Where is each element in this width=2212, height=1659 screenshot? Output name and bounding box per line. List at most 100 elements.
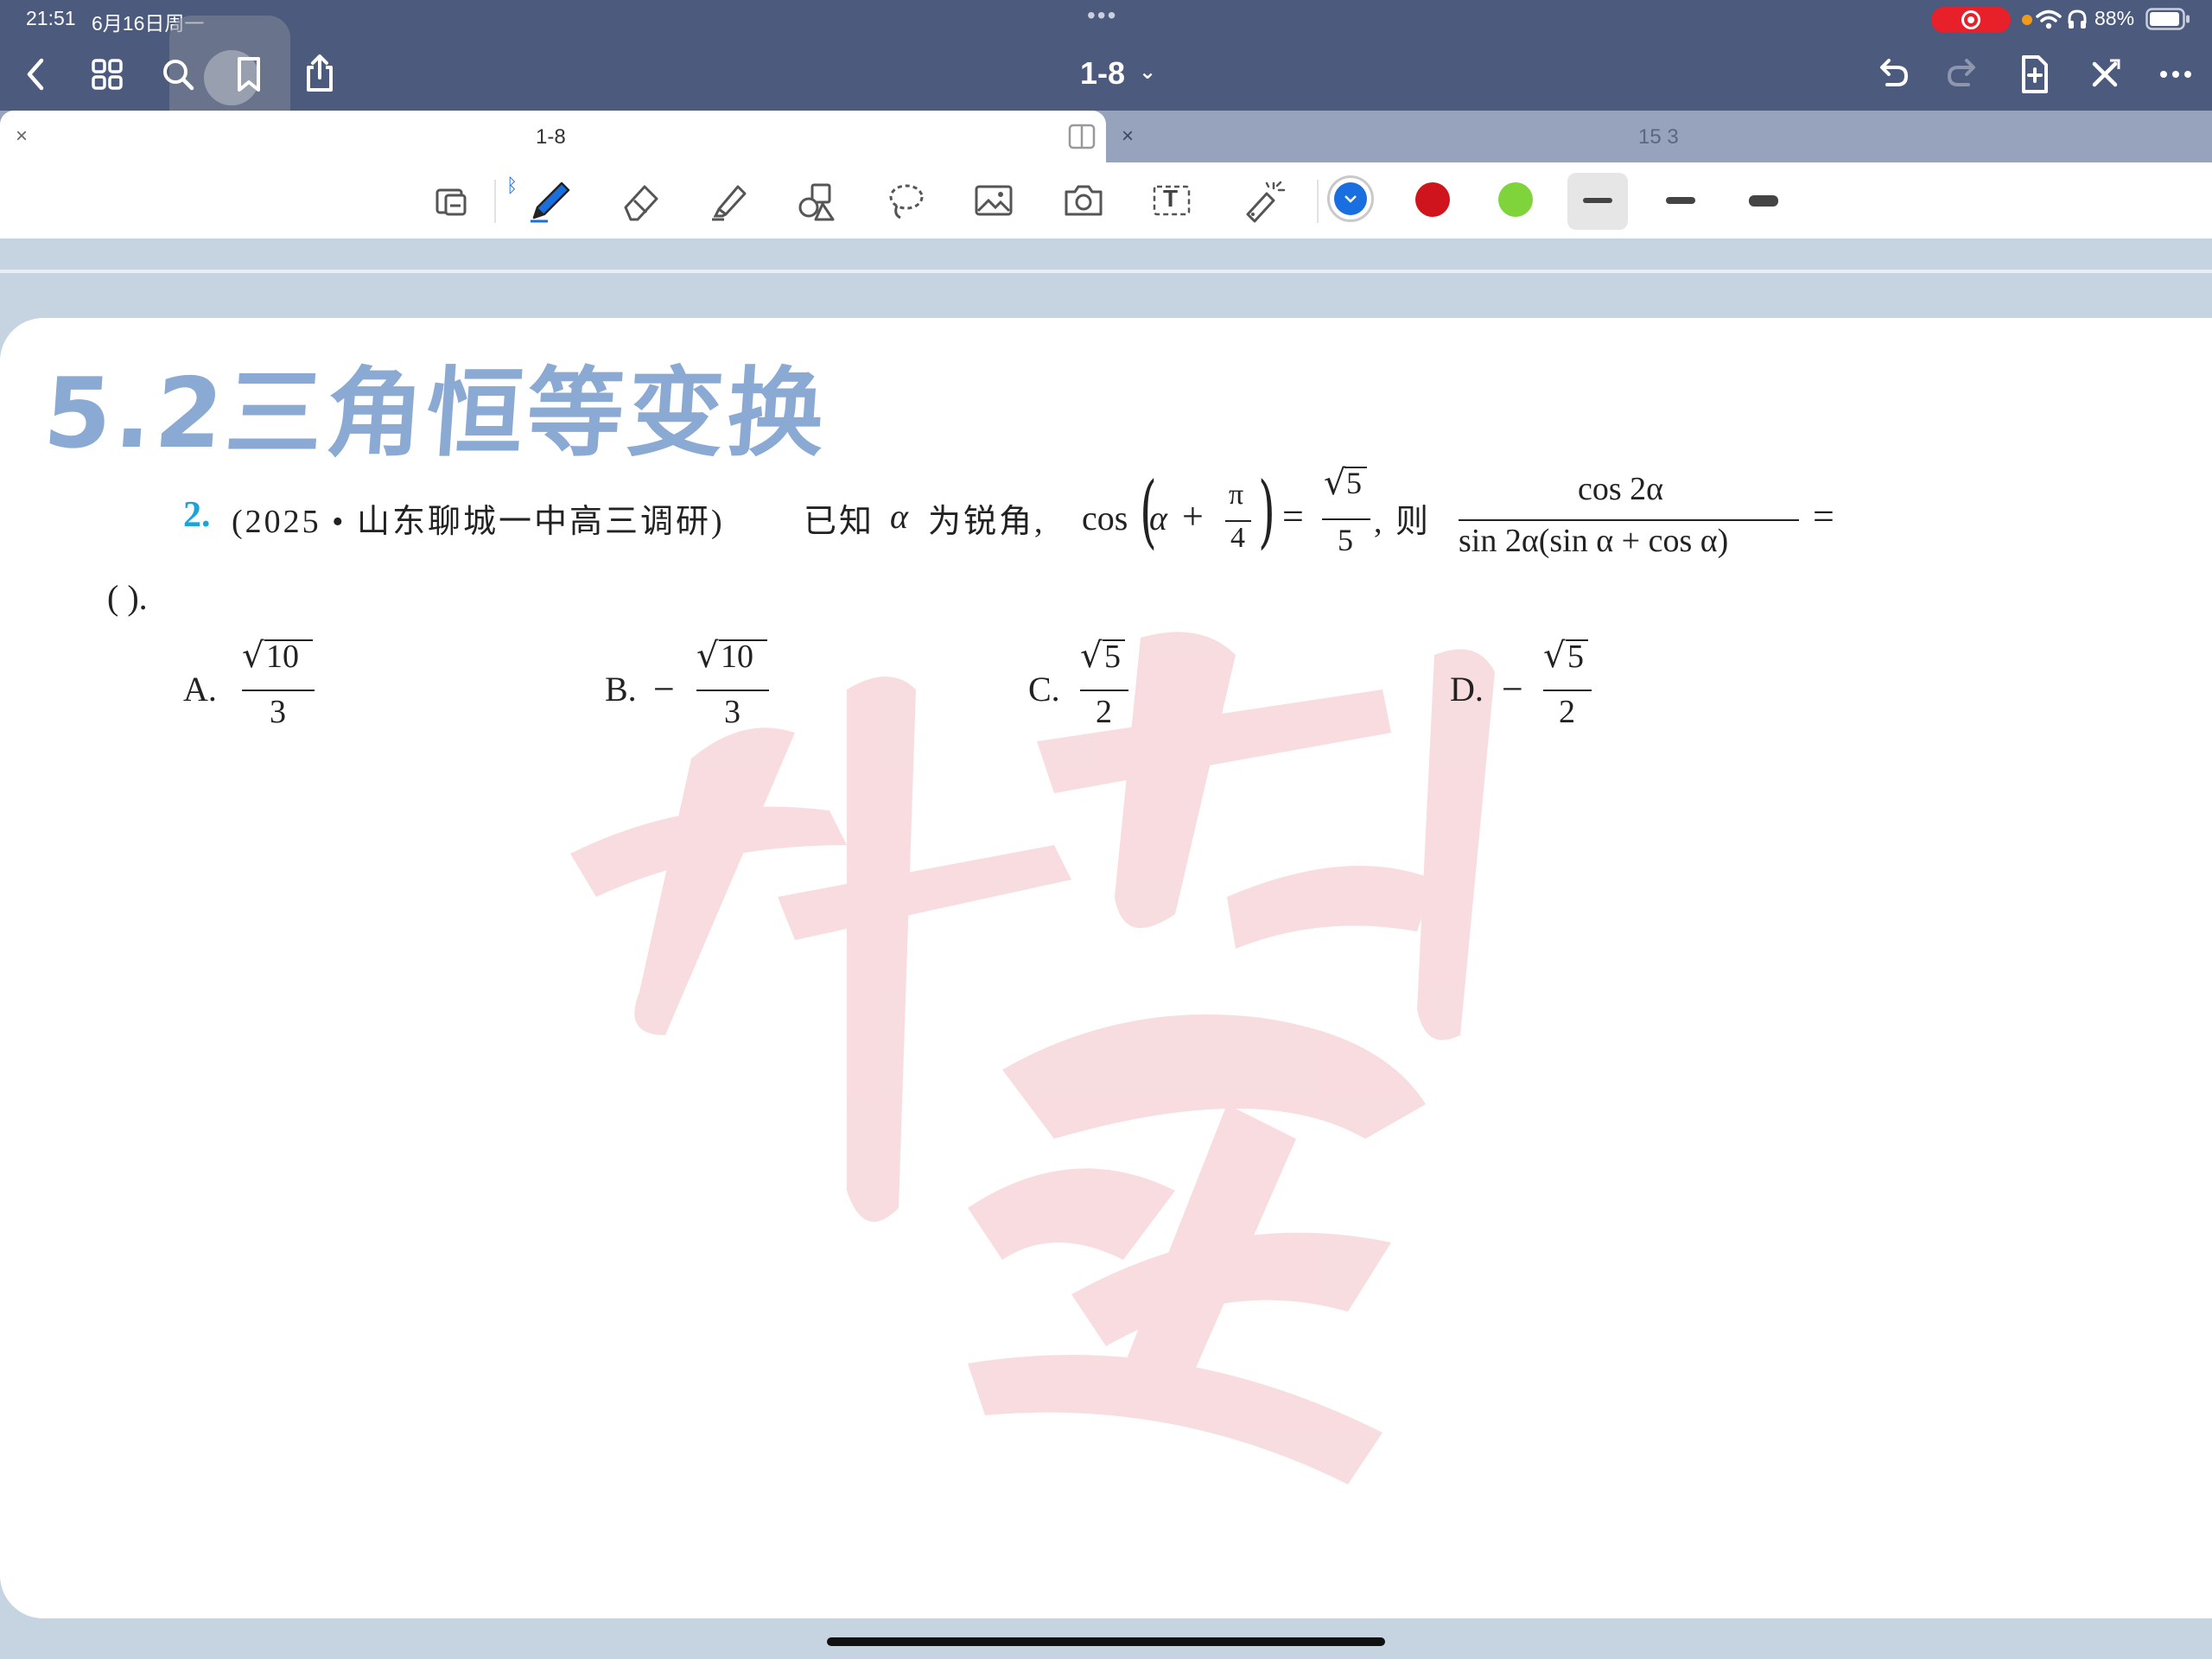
- bookmark-icon[interactable]: [223, 48, 275, 100]
- plus-sign: +: [1182, 495, 1204, 537]
- trailing-equals: =: [1813, 495, 1834, 537]
- tab-1-8[interactable]: × 1-8: [0, 111, 1106, 164]
- stroke-width-thick[interactable]: [1733, 173, 1794, 230]
- option-radicand: 5: [1567, 639, 1584, 675]
- fraction-bar: [1322, 518, 1370, 520]
- laser-pointer-icon[interactable]: [1236, 175, 1287, 226]
- redo-icon[interactable]: [1937, 48, 1989, 100]
- camera-icon[interactable]: [1058, 175, 1109, 226]
- split-view-icon[interactable]: [1068, 124, 1096, 149]
- alpha-symbol: α: [1149, 499, 1167, 537]
- previous-page-edge: [0, 238, 2212, 276]
- document-title: 1-8: [1080, 55, 1126, 91]
- question-number: 2.: [183, 494, 211, 536]
- grid-icon[interactable]: [81, 48, 133, 100]
- tab-close-icon[interactable]: ×: [16, 124, 28, 149]
- pen-icon[interactable]: [522, 173, 577, 228]
- sqrt-symbol: √: [696, 636, 719, 676]
- fraction-bar: [242, 690, 315, 691]
- question-condition: 为锐角,: [928, 504, 1046, 540]
- option-radicand: 10: [266, 639, 299, 675]
- equals-sign: =: [1282, 495, 1304, 537]
- tab-label: 1-8: [536, 125, 566, 149]
- sqrt-symbol: √: [1080, 636, 1103, 676]
- stroke-width-thin[interactable]: [1567, 173, 1628, 230]
- document-title-button[interactable]: 1-8 ⌄: [1080, 55, 1156, 92]
- question-number-text: 2.: [183, 495, 211, 535]
- page-heading: 5.2三角恒等变换: [40, 358, 832, 470]
- screen-recording-indicator[interactable]: [1931, 7, 2011, 33]
- option-letter: D.: [1450, 670, 1484, 709]
- tab-close-icon[interactable]: ×: [1122, 124, 1134, 149]
- wifi-icon: [2036, 10, 2062, 29]
- eraser-icon[interactable]: [615, 175, 667, 226]
- question-source: (2025 • 山东聊城一中高三调研): [232, 504, 725, 540]
- option-denominator: 2: [1559, 694, 1575, 730]
- page-scroll-area[interactable]: 5.2三角恒等变换 2. (2025 • 山东聊城一中高三调研) 已知 α 为锐…: [0, 238, 2212, 1659]
- option-radicand: 5: [1104, 639, 1121, 675]
- question-intro: 已知: [804, 504, 875, 540]
- option-letter: A.: [183, 670, 217, 709]
- option-sign: −: [1502, 668, 1523, 710]
- mic-indicator-icon: [2022, 15, 2032, 25]
- right-paren: ): [1258, 465, 1275, 557]
- battery-percent: 88%: [2094, 7, 2135, 29]
- back-icon[interactable]: [10, 48, 62, 100]
- top-navigation-bar: 21:51 6月16日周一 ••• 88% 1-8 ⌄: [0, 0, 2212, 138]
- battery-icon: [2145, 8, 2190, 30]
- status-time: 21:51: [26, 7, 76, 29]
- fraction-bar: [1080, 690, 1128, 691]
- option-denominator: 2: [1096, 694, 1112, 730]
- document-page[interactable]: 5.2三角恒等变换 2. (2025 • 山东聊城一中高三调研) 已知 α 为锐…: [0, 318, 2212, 1618]
- lasso-icon[interactable]: [880, 175, 931, 226]
- home-indicator[interactable]: [827, 1637, 1385, 1646]
- search-icon[interactable]: [152, 48, 204, 100]
- tab-strip: × 1-8 × 15 3: [0, 111, 2212, 164]
- cos-function: cos: [1082, 499, 1128, 537]
- pi-symbol: π: [1229, 479, 1244, 511]
- undo-icon[interactable]: [1866, 48, 1918, 100]
- more-icon[interactable]: [2150, 48, 2202, 100]
- chevron-down-icon: [1344, 195, 1357, 203]
- sqrt-radicand: 5: [1346, 466, 1362, 500]
- close-icon[interactable]: [2079, 48, 2131, 100]
- option-denominator: 3: [724, 694, 741, 730]
- headphones-icon: [2068, 10, 2087, 29]
- color-swatch-green[interactable]: [1498, 182, 1533, 217]
- tab-15-3[interactable]: × 15 3: [1108, 111, 2212, 164]
- record-icon: [1961, 10, 1980, 29]
- option-letter: B.: [605, 670, 637, 709]
- option-letter: C.: [1028, 670, 1060, 709]
- share-icon[interactable]: [294, 48, 346, 100]
- image-icon[interactable]: [968, 175, 1020, 226]
- question-then: , 则: [1374, 504, 1432, 540]
- option-denominator: 3: [270, 694, 286, 730]
- color-swatch-red[interactable]: [1415, 182, 1450, 217]
- fraction-bar: [696, 690, 769, 691]
- bluetooth-icon: ᛒ: [506, 175, 518, 196]
- option-sign: −: [653, 668, 675, 710]
- option-radicand: 10: [721, 639, 753, 675]
- chevron-down-icon: ⌄: [1139, 60, 1157, 84]
- sqrt-symbol: √: [242, 636, 264, 676]
- main-fraction-bar: [1459, 519, 1799, 521]
- sqrt-symbol: √: [1324, 463, 1346, 503]
- highlighter-icon[interactable]: [703, 175, 755, 226]
- sqrt-symbol: √: [1543, 636, 1566, 676]
- alpha-symbol: α: [890, 497, 908, 536]
- text-icon[interactable]: T: [1146, 175, 1198, 226]
- main-fraction-denominator: sin 2α(sin α + cos α): [1459, 523, 1729, 559]
- tab-label: 15 3: [1638, 125, 1679, 149]
- stroke-width-medium[interactable]: [1650, 173, 1711, 230]
- reader-mode-icon[interactable]: [427, 175, 479, 226]
- add-page-icon[interactable]: [2008, 48, 2060, 100]
- fraction-bar: [1543, 690, 1592, 691]
- text-tool-glyph: T: [1163, 185, 1179, 212]
- main-fraction-numerator: cos 2α: [1578, 471, 1664, 507]
- annotation-toolbar: ᛒ T: [0, 162, 2212, 238]
- color-swatch-blue[interactable]: [1327, 175, 1374, 222]
- fraction-denominator: 4: [1230, 522, 1245, 554]
- shapes-icon[interactable]: [791, 175, 843, 226]
- answer-blank: ( ).: [107, 578, 148, 617]
- multitask-dots[interactable]: •••: [1087, 2, 1117, 29]
